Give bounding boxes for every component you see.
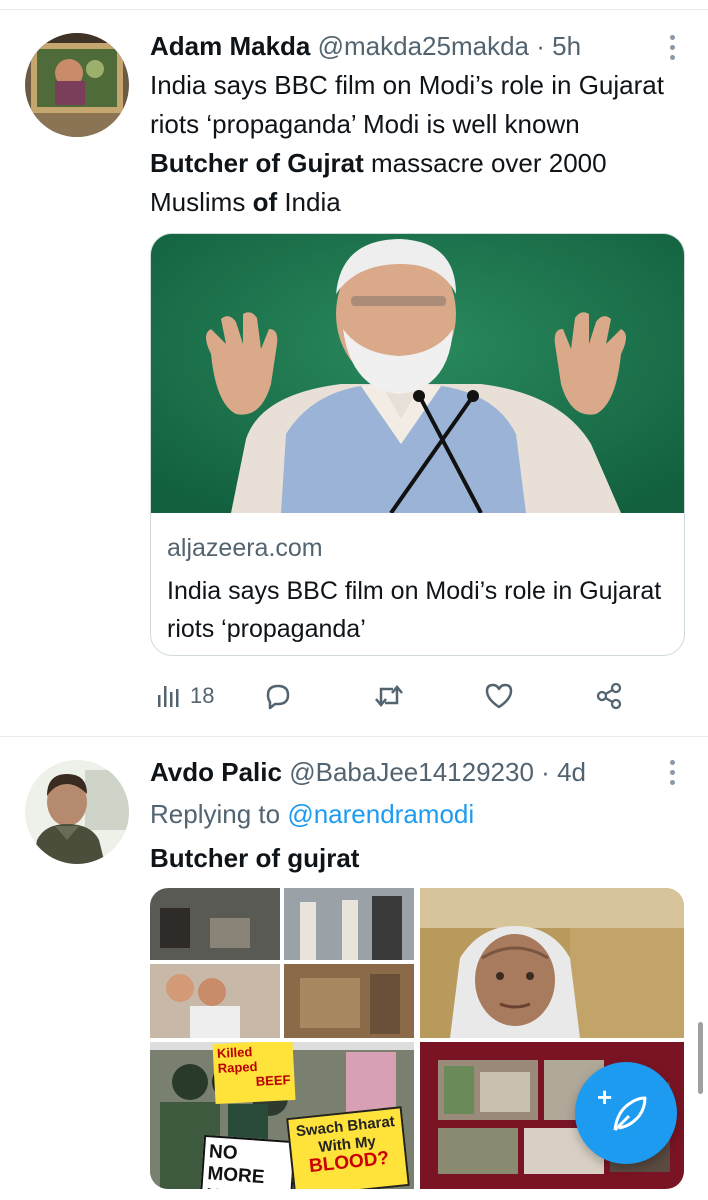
link-card-title: India says BBC film on Modi’s role in Gu… bbox=[167, 577, 662, 643]
tweet-time[interactable]: 4d bbox=[557, 757, 586, 787]
replying-to: Replying to @narendramodi bbox=[150, 795, 684, 834]
text-part-bold: Butcher of Gujrat bbox=[150, 148, 364, 178]
share-button[interactable] bbox=[593, 676, 625, 716]
media-image-2[interactable] bbox=[420, 888, 684, 1038]
text-part-bold: of bbox=[252, 187, 278, 217]
protest-sign-1: Killed Raped BEEF bbox=[212, 1042, 296, 1105]
tweet-actions: 18 bbox=[150, 676, 650, 716]
link-card[interactable]: aljazeera.com India says BBC film on Mod… bbox=[150, 233, 685, 656]
scrollbar[interactable] bbox=[698, 1022, 703, 1094]
avatar[interactable] bbox=[25, 33, 129, 137]
more-options-icon[interactable] bbox=[668, 35, 678, 65]
tweet-header: Adam Makda @makda25makda · 5h bbox=[150, 31, 648, 61]
protest-sign-3: Swach Bharat With My BLOOD? bbox=[286, 1106, 410, 1189]
plus-icon: + bbox=[597, 1082, 613, 1112]
replying-handle-link[interactable]: @narendramodi bbox=[287, 799, 474, 829]
share-icon bbox=[596, 682, 622, 710]
link-card-image bbox=[151, 234, 684, 513]
more-options-icon[interactable] bbox=[668, 760, 678, 790]
reply-icon bbox=[266, 684, 290, 710]
media-image-1[interactable] bbox=[150, 888, 414, 1038]
text-part: India bbox=[277, 187, 341, 217]
author-handle[interactable]: @makda25makda bbox=[318, 31, 529, 61]
tweet-header: Avdo Palic @BabaJee14129230 · 4d bbox=[150, 757, 648, 787]
separator-dot: · bbox=[541, 757, 550, 787]
like-button[interactable] bbox=[483, 676, 515, 716]
views-icon bbox=[158, 686, 179, 707]
author-handle[interactable]: @BabaJee14129230 bbox=[289, 757, 534, 787]
compose-tweet-button[interactable]: + bbox=[575, 1062, 677, 1164]
retweet-icon bbox=[375, 685, 403, 707]
tweet-text-content: Butcher of gujrat bbox=[150, 843, 360, 873]
text-part: India says BBC film on Modi’s role in Gu… bbox=[150, 70, 664, 139]
views-count: 18 bbox=[190, 683, 215, 708]
author-name[interactable]: Adam Makda bbox=[150, 31, 310, 61]
retweet-button[interactable] bbox=[372, 676, 406, 716]
link-card-domain: aljazeera.com bbox=[167, 534, 323, 562]
reply-button[interactable] bbox=[262, 676, 294, 716]
tweet-time[interactable]: 5h bbox=[552, 31, 581, 61]
protest-sign-2: NO MORE KILLING bbox=[200, 1134, 296, 1189]
like-icon bbox=[485, 683, 513, 709]
views-button[interactable]: 18 bbox=[156, 676, 214, 716]
author-name[interactable]: Avdo Palic bbox=[150, 757, 282, 787]
replying-prefix: Replying to bbox=[150, 799, 281, 829]
tweet-text: India says BBC film on Modi’s role in Gu… bbox=[150, 66, 684, 222]
tweet-1[interactable]: Adam Makda @makda25makda · 5h India says… bbox=[0, 0, 708, 736]
separator-dot: · bbox=[536, 31, 545, 61]
tweet-text: Butcher of gujrat bbox=[150, 839, 684, 878]
avatar[interactable] bbox=[25, 760, 129, 864]
media-image-3[interactable]: Killed Raped BEEF NO MORE KILLING Swach … bbox=[150, 1042, 414, 1189]
